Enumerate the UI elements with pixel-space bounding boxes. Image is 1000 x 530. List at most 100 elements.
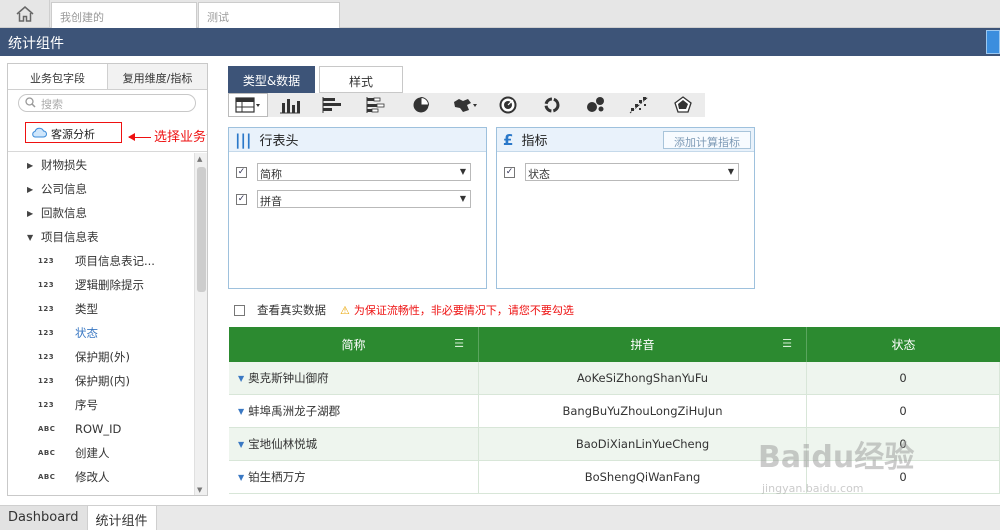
triangle-right-icon[interactable]: ▶ [27, 185, 41, 194]
chart-type-map[interactable] [443, 93, 487, 117]
tree-group[interactable]: ▼ 项目信息表 [8, 225, 194, 249]
chart-type-table[interactable] [228, 93, 268, 117]
cell-text: 宝地仙林悦城 [248, 437, 318, 451]
scroll-down-icon[interactable]: ▼ [197, 486, 202, 494]
chart-type-pie[interactable] [399, 93, 443, 117]
tree-field[interactable]: 123 项目信息表记... [8, 249, 194, 273]
tab-label: 业务包字段 [30, 72, 85, 85]
expand-toggle-icon[interactable]: ▼ [238, 473, 244, 482]
real-data-checkbox[interactable] [234, 304, 245, 316]
performance-warning: ⚠ 为保证流畅性，非必要情况下，请您不要勾选 [340, 302, 574, 318]
real-data-label: 查看真实数据 [257, 303, 326, 317]
tab-label: 类型&数据 [242, 74, 301, 88]
field-tree-scrollbar[interactable]: ▲ ▼ [194, 153, 207, 495]
sort-icon[interactable]: ☰ [782, 337, 792, 350]
home-button[interactable] [0, 0, 50, 28]
table-header: 简称 ☰ 拼音 ☰ 状态 [229, 327, 1000, 362]
field-checkbox[interactable]: ✓ [504, 166, 515, 178]
cell-text: 0 [899, 404, 907, 418]
tree-field[interactable]: 123 逻辑删除提示 [8, 273, 194, 297]
column-header-short-name[interactable]: 简称 ☰ [229, 327, 479, 362]
field-label: 状态 [528, 168, 550, 181]
field-dropdown[interactable]: 拼音 ▼ [257, 190, 471, 208]
field-checkbox[interactable]: ✓ [236, 166, 247, 178]
tree-field[interactable]: 123 保护期(外) [8, 345, 194, 369]
triangle-right-icon[interactable]: ▶ [27, 209, 41, 218]
tree-field[interactable]: 123 序号 [8, 393, 194, 417]
chart-type-heatmap[interactable] [618, 93, 662, 117]
tab-business-package-fields[interactable]: 业务包字段 [8, 64, 108, 89]
top-tab-my-created[interactable]: 我创建的 [51, 2, 197, 28]
chart-type-horizontal-bar[interactable] [311, 93, 355, 117]
field-dropdown[interactable]: 简称 ▼ [257, 163, 471, 181]
tree-group[interactable]: ▶ 公司信息 [8, 177, 194, 201]
field-search-input[interactable]: 搜索 [18, 94, 196, 112]
sort-icon[interactable]: ☰ [454, 337, 464, 350]
table-cell: ▼ 铂生栖万方 [229, 461, 479, 493]
field-label: 简称 [260, 168, 282, 181]
chart-type-stacked-bar[interactable] [355, 93, 399, 117]
tree-item-label: 逻辑删除提示 [75, 278, 144, 292]
column-header-pinyin[interactable]: 拼音 ☰ [479, 327, 807, 362]
expand-toggle-icon[interactable]: ▼ [238, 407, 244, 416]
button-label: 添加计算指标 [674, 136, 740, 149]
tree-field[interactable]: 123 保护期(内) [8, 369, 194, 393]
tree-field[interactable]: ABC ROW_ID [8, 417, 194, 441]
tree-field[interactable]: 123 类型 [8, 297, 194, 321]
chart-type-bubble[interactable] [574, 93, 618, 117]
bottom-tab-stat-component[interactable]: 统计组件 [87, 506, 157, 530]
tab-style[interactable]: 样式 [319, 66, 403, 93]
tab-label: 样式 [348, 75, 373, 89]
cell-text: AoKeSiZhongShanYuFu [576, 371, 709, 385]
cell-text: 奥克斯钟山御府 [248, 371, 329, 385]
field-label: 拼音 [260, 195, 282, 208]
tab-label: 统计组件 [95, 514, 148, 529]
triangle-down-icon[interactable]: ▼ [27, 233, 41, 242]
bottom-tab-dashboard[interactable]: Dashboard [0, 506, 88, 530]
cell-text: 0 [899, 371, 907, 385]
tree-field[interactable]: 123 状态 [8, 321, 194, 345]
top-tab-test[interactable]: 测试 [198, 2, 340, 28]
text-type-icon: ABC [38, 449, 56, 457]
chart-type-gauge[interactable] [486, 93, 530, 117]
top-tab-label: 测试 [207, 11, 229, 24]
config-tabs: 类型&数据 样式 [228, 66, 403, 93]
indicator-region[interactable]: £ 指标 添加计算指标 ✓ 状态 ▼ [496, 127, 755, 289]
add-calculated-indicator-button[interactable]: 添加计算指标 [663, 131, 751, 149]
row-header-field-1: ✓ 简称 ▼ [236, 163, 471, 181]
home-icon [16, 6, 33, 22]
expand-toggle-icon[interactable]: ▼ [238, 374, 244, 383]
chart-type-radar[interactable] [661, 93, 705, 117]
scroll-up-icon[interactable]: ▲ [197, 155, 202, 163]
tree-field[interactable]: ABC 创建人 [8, 441, 194, 465]
bar-chart-icon [279, 99, 300, 114]
cell-text: 铂生栖万方 [248, 470, 306, 484]
chart-type-donut[interactable] [530, 93, 574, 117]
column-header-status[interactable]: 状态 [807, 327, 1000, 362]
number-type-icon: 123 [38, 257, 55, 265]
tree-group[interactable]: ▶ 财物损失 [8, 153, 194, 177]
titlebar-action-button[interactable] [986, 30, 1000, 54]
tab-label: 复用维度/指标 [122, 72, 193, 85]
number-type-icon: 123 [38, 281, 55, 289]
field-dropdown[interactable]: 状态 ▼ [525, 163, 739, 181]
cell-text: BoShengQiWanFang [584, 470, 701, 484]
tab-reuse-dimensions[interactable]: 复用维度/指标 [108, 64, 207, 89]
table-row[interactable]: ▼ 蚌埠禹洲龙子湖郡 BangBuYuZhouLongZiHuJun 0 [229, 395, 1000, 428]
tree-item-label: 回款信息 [41, 206, 87, 220]
scrollbar-thumb[interactable] [197, 167, 206, 292]
tab-type-data[interactable]: 类型&数据 [228, 66, 315, 93]
expand-toggle-icon[interactable]: ▼ [238, 440, 244, 449]
row-header-region[interactable]: ||| 行表头 ✓ 简称 ▼ ✓ 拼音 ▼ [228, 127, 487, 289]
triangle-right-icon[interactable]: ▶ [27, 161, 41, 170]
tree-item-label: 项目信息表记... [75, 254, 155, 268]
baidu-watermark-logo: Baidu经验 jingyan.baidu.com [758, 432, 914, 495]
business-package-selector[interactable]: 客源分析 [25, 122, 122, 143]
table-row[interactable]: ▼ 奥克斯钟山御府 AoKeSiZhongShanYuFu 0 [229, 362, 1000, 395]
table-cell: 0 [807, 362, 1000, 394]
tree-field[interactable]: ABC 修改人 [8, 465, 194, 489]
chart-type-bar[interactable] [268, 93, 312, 117]
watermark-brand: Baidu经验 [758, 440, 915, 475]
tree-group[interactable]: ▶ 回款信息 [8, 201, 194, 225]
field-checkbox[interactable]: ✓ [236, 193, 247, 205]
